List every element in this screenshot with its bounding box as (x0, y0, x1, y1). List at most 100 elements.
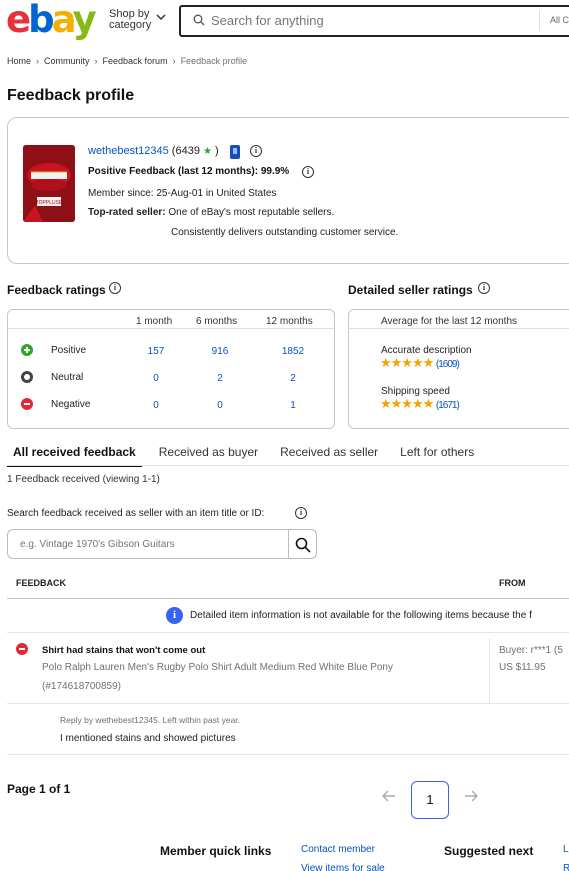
item-title: Polo Ralph Lauren Men's Rugby Polo Shirt… (42, 662, 393, 673)
search-placeholder: Search for anything (211, 13, 324, 28)
ebay-logo[interactable]: ebay (6, 0, 97, 40)
divider (7, 703, 569, 704)
info-icon[interactable]: i (250, 145, 262, 157)
member-quick-links-title: Member quick links (160, 844, 272, 858)
item-number: (#174618700859) (42, 681, 121, 692)
feedback-score: (6439 (171, 145, 200, 157)
feedback-received-count: 1 Feedback received (viewing 1-1) (7, 474, 160, 485)
feedback-comment: Shirt had stains that won't come out (42, 645, 206, 656)
user-line: wethebest12345 (6439 ★ ) (88, 145, 219, 157)
tab-left-for-others[interactable]: Left for others (395, 443, 479, 467)
buyer-id: Buyer: r***1 (5 (499, 645, 563, 656)
arrow-left-icon[interactable] (382, 790, 396, 802)
column-header-6-months: 6 months (196, 316, 238, 327)
star-icon: ★ (203, 146, 212, 157)
breadcrumb-home[interactable]: Home (7, 56, 31, 66)
dsr-count[interactable]: (1671) (436, 400, 460, 411)
chevron-right-icon: › (172, 56, 176, 66)
divider (7, 465, 569, 466)
tab-received-as-seller[interactable]: Received as seller (275, 443, 383, 467)
view-items-link[interactable]: View items for sale (301, 863, 385, 871)
rating-value[interactable]: 1 (273, 400, 313, 411)
chevron-right-icon: › (36, 56, 40, 66)
rating-label-positive: Positive (51, 345, 87, 356)
rating-value[interactable]: 0 (200, 400, 240, 411)
arrow-right-icon[interactable] (464, 790, 478, 802)
dsr-count[interactable]: (1609) (436, 359, 460, 370)
rating-label-negative: Negative (51, 399, 91, 410)
detailed-seller-ratings-title: Detailed seller ratings (348, 283, 473, 297)
divider (349, 328, 569, 329)
avatar[interactable]: TOPPLUSE (23, 145, 75, 222)
feedback-ratings-table (7, 309, 335, 429)
top-rated-description-2: Consistently delivers outstanding custom… (171, 227, 399, 238)
suggested-next-title: Suggested next (444, 844, 534, 858)
column-header-from: FROM (499, 578, 526, 588)
chevron-right-icon: › (94, 56, 98, 66)
divider (7, 598, 569, 599)
info-icon[interactable]: i (109, 282, 121, 294)
suggested-link[interactable]: L (563, 844, 569, 855)
star-rating-icon: ★★★★★ (1609) (380, 355, 460, 370)
chevron-down-icon[interactable] (156, 14, 166, 21)
positive-feedback-text: Positive Feedback (last 12 months): 99.9… (88, 166, 290, 177)
feedback-tabs: All received feedback Received as buyer … (7, 443, 491, 467)
feedback-search-button[interactable] (288, 529, 317, 559)
top-rated-description: One of eBay's most reputable sellers. (168, 207, 335, 218)
star-rating-icon: ★★★★★ (1671) (380, 396, 460, 411)
rating-value[interactable]: 2 (200, 373, 240, 384)
top-rated-label: Top-rated seller: (88, 207, 166, 218)
breadcrumb-feedback-forum[interactable]: Feedback forum (103, 56, 168, 66)
category-select[interactable]: All C (550, 15, 569, 25)
info-icon[interactable]: i (302, 166, 314, 178)
divider (7, 754, 569, 755)
rating-value[interactable]: 157 (136, 346, 176, 357)
feedback-search-label: Search feedback received as seller with … (7, 508, 265, 519)
page-button[interactable]: 1 (411, 781, 449, 819)
contact-member-link[interactable]: Contact member (301, 844, 375, 855)
username-link[interactable]: wethebest12345 (88, 145, 169, 157)
notice-text: Detailed item information is not availab… (190, 610, 532, 621)
negative-icon (16, 643, 28, 655)
column-header-12-months: 12 months (266, 316, 313, 327)
tab-received-as-buyer[interactable]: Received as buyer (154, 443, 263, 467)
top-rated-text: Top-rated seller: One of eBay's most rep… (88, 207, 334, 218)
feedback-search-input[interactable] (7, 529, 289, 559)
category-label: category (109, 19, 152, 31)
rating-value[interactable]: 0 (136, 400, 176, 411)
page-title: Feedback profile (7, 87, 135, 104)
reply-text: I mentioned stains and showed pictures (60, 733, 236, 744)
feedback-ratings-title: Feedback ratings (7, 283, 106, 297)
item-price: US $11.95 (499, 662, 546, 673)
tab-all-received[interactable]: All received feedback (7, 443, 142, 467)
shop-by-category-button[interactable]: Shop by category (109, 9, 151, 31)
info-icon[interactable]: i (478, 282, 490, 294)
rating-value[interactable]: 2 (273, 373, 313, 384)
dsr-subtitle: Average for the last 12 months (381, 316, 518, 327)
top-rated-badge-icon (230, 145, 240, 159)
rating-value[interactable]: 916 (200, 346, 240, 357)
rating-label-neutral: Neutral (51, 372, 84, 383)
negative-icon (21, 398, 33, 410)
breadcrumb: Home › Community › Feedback forum › Feed… (7, 56, 247, 66)
avatar-label: TOPPLUSE (36, 200, 63, 206)
search-icon (193, 14, 205, 26)
breadcrumb-current: Feedback profile (180, 56, 248, 66)
info-icon[interactable]: i (295, 507, 307, 519)
rating-value[interactable]: 0 (136, 373, 176, 384)
reply-meta: Reply by wethebest12345. Left within pas… (60, 715, 241, 725)
neutral-icon (21, 371, 33, 383)
column-header-feedback: FEEDBACK (16, 578, 67, 588)
search-icon (295, 537, 311, 553)
avatar-image: TOPPLUSE (23, 145, 75, 222)
page-indicator: Page 1 of 1 (7, 782, 71, 796)
rating-value[interactable]: 1852 (273, 346, 313, 357)
breadcrumb-community[interactable]: Community (44, 56, 90, 66)
column-header-1-month: 1 month (136, 316, 173, 327)
feedback-score-close: ) (215, 145, 219, 157)
member-since-text: Member since: 25-Aug-01 in United States (88, 188, 277, 199)
positive-icon (21, 344, 33, 356)
suggested-link[interactable]: R (563, 863, 569, 871)
divider (8, 328, 334, 329)
search-divider (539, 11, 540, 31)
